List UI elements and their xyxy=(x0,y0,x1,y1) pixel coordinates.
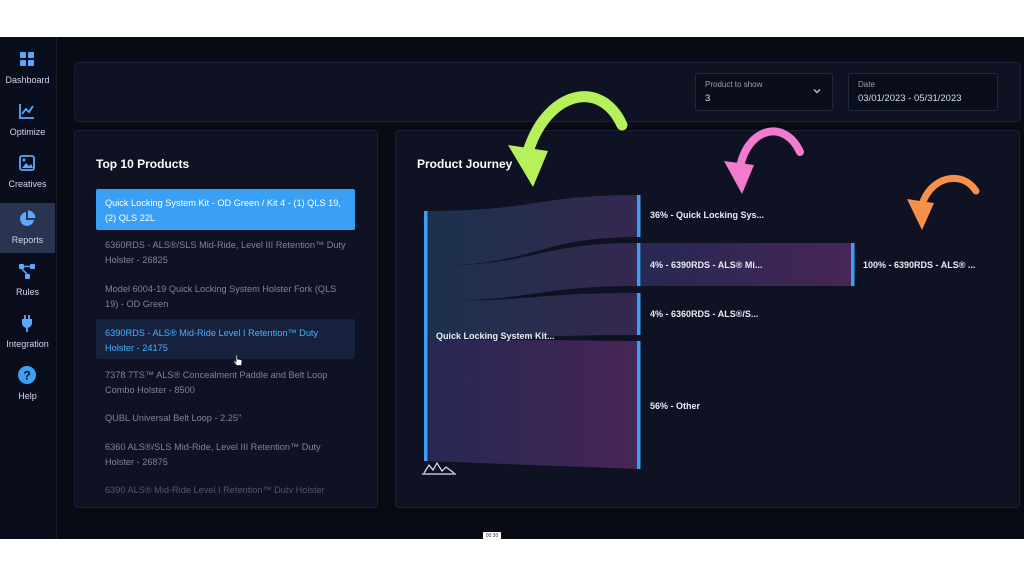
green-arrow-icon xyxy=(508,91,628,187)
orange-arrow-icon xyxy=(907,174,980,230)
video-time-badge: 00:30 xyxy=(483,532,501,540)
pink-arrow-icon xyxy=(724,127,804,194)
annotation-arrows xyxy=(508,91,980,230)
app-window: Dashboard Optimize Creatives Reports Rul… xyxy=(0,37,1024,539)
